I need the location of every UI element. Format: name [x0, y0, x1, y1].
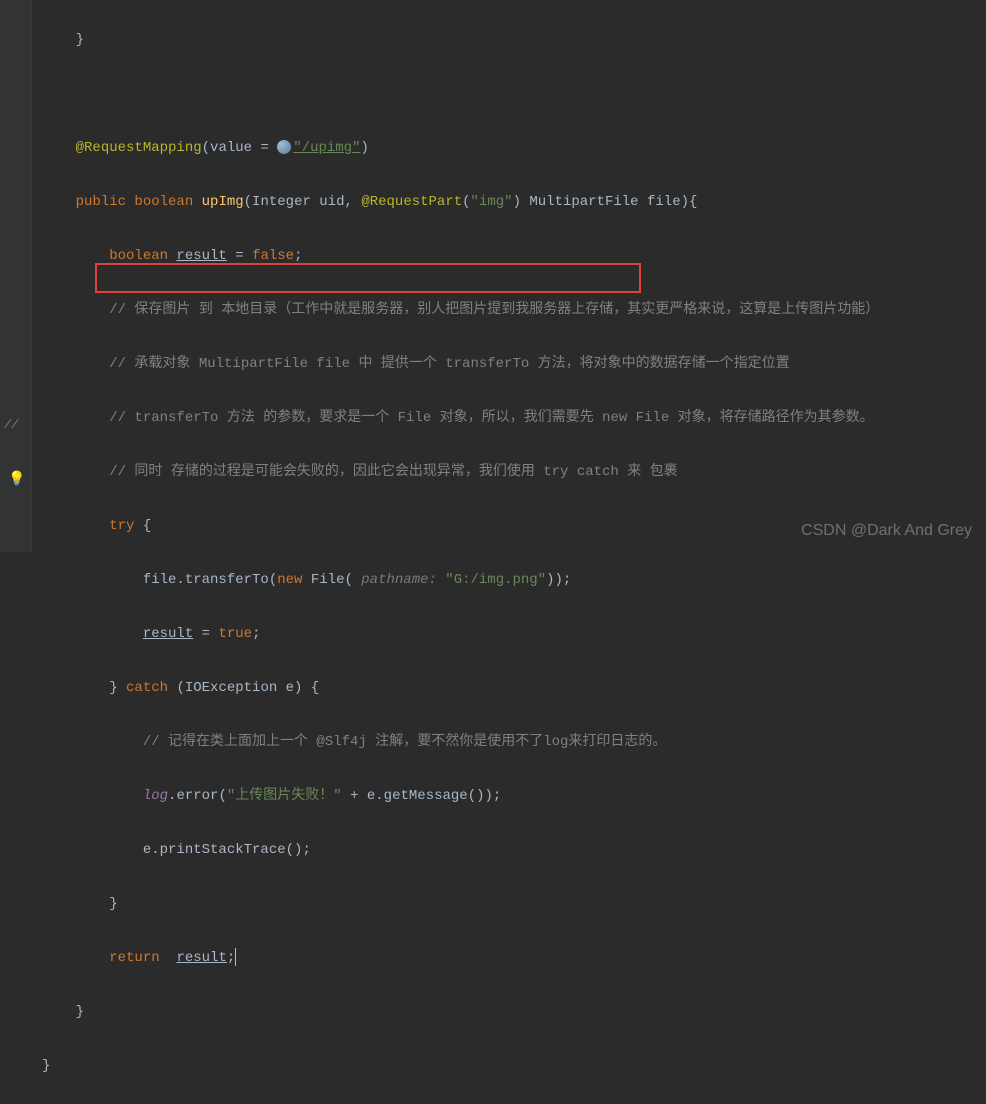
- keyword: boolean: [42, 248, 176, 264]
- stacktrace-call: e.printStackTrace();: [42, 842, 311, 858]
- assign: =: [227, 248, 252, 264]
- assign: =: [193, 626, 218, 642]
- brace-close: }: [42, 680, 126, 696]
- brace: {: [143, 518, 151, 534]
- param-type: ) MultipartFile: [513, 194, 647, 210]
- lightbulb-icon[interactable]: 💡: [8, 467, 25, 494]
- param-file: file: [647, 194, 681, 210]
- string: "img": [471, 194, 513, 210]
- indent: [42, 788, 143, 804]
- brace-close: }: [42, 896, 118, 912]
- var-result: result: [176, 248, 226, 264]
- comment: // 保存图片 到 本地目录（工作中就是服务器，别人把图片提到我服务器上存储，其…: [42, 302, 879, 318]
- catch-param: (IOException e) {: [176, 680, 319, 696]
- brace: }: [42, 32, 84, 48]
- keyword-false: false: [252, 248, 294, 264]
- comma: ,: [345, 194, 362, 210]
- method-call: .error(: [168, 788, 227, 804]
- param-hint: pathname:: [361, 572, 445, 588]
- comment: // 记得在类上面加上一个 @Slf4j 注解，要不然你是使用不了log来打印日…: [42, 734, 666, 750]
- globe-icon: [277, 140, 291, 154]
- indent: [42, 626, 143, 642]
- paren: (value =: [202, 140, 278, 156]
- modifier: public boolean: [76, 194, 202, 210]
- string-url[interactable]: "/upimg": [293, 140, 360, 156]
- keyword-return: return: [109, 950, 176, 966]
- brace-close: }: [42, 1058, 50, 1074]
- keyword-new: new: [277, 572, 311, 588]
- string-path: "G:/img.png": [445, 572, 546, 588]
- var-result: result: [176, 950, 226, 966]
- method-name: upImg: [202, 194, 244, 210]
- annotation: @RequestMapping: [76, 140, 202, 156]
- comment: // transferTo 方法 的参数，要求是一个 File 对象，所以，我们…: [42, 410, 874, 426]
- editor-gutter: 💡 //: [0, 0, 32, 552]
- paren-close: ));: [546, 572, 571, 588]
- annotation: @RequestPart: [361, 194, 462, 210]
- keyword-try: try: [42, 518, 143, 534]
- call: file.transferTo(: [42, 572, 277, 588]
- semi: ;: [252, 626, 260, 642]
- var-result: result: [143, 626, 193, 642]
- type-file: File(: [311, 572, 361, 588]
- text-cursor: [235, 948, 236, 966]
- field-log: log: [143, 788, 168, 804]
- keyword-catch: catch: [126, 680, 176, 696]
- brace-close: }: [42, 1004, 84, 1020]
- paren-close: ): [360, 140, 368, 156]
- watermark: CSDN @Dark And Grey: [801, 517, 972, 544]
- string: "上传图片失败！": [227, 788, 350, 804]
- comment: // 承载对象 MultipartFile file 中 提供一个 transf…: [42, 356, 790, 372]
- semi: ;: [227, 950, 235, 966]
- brace: ){: [681, 194, 698, 210]
- indent: [42, 950, 109, 966]
- paren: (Integer: [244, 194, 320, 210]
- param-uid: uid: [319, 194, 344, 210]
- concat: + e.getMessage());: [350, 788, 501, 804]
- keyword-true: true: [218, 626, 252, 642]
- comment: // 同时 存储的过程是可能会失败的，因此它会出现异常，我们使用 try cat…: [42, 464, 678, 480]
- code-editor[interactable]: } @RequestMapping(value = "/upimg") publ…: [42, 0, 879, 1104]
- semi: ;: [294, 248, 302, 264]
- comment-marker: //: [4, 412, 18, 439]
- paren: (: [462, 194, 470, 210]
